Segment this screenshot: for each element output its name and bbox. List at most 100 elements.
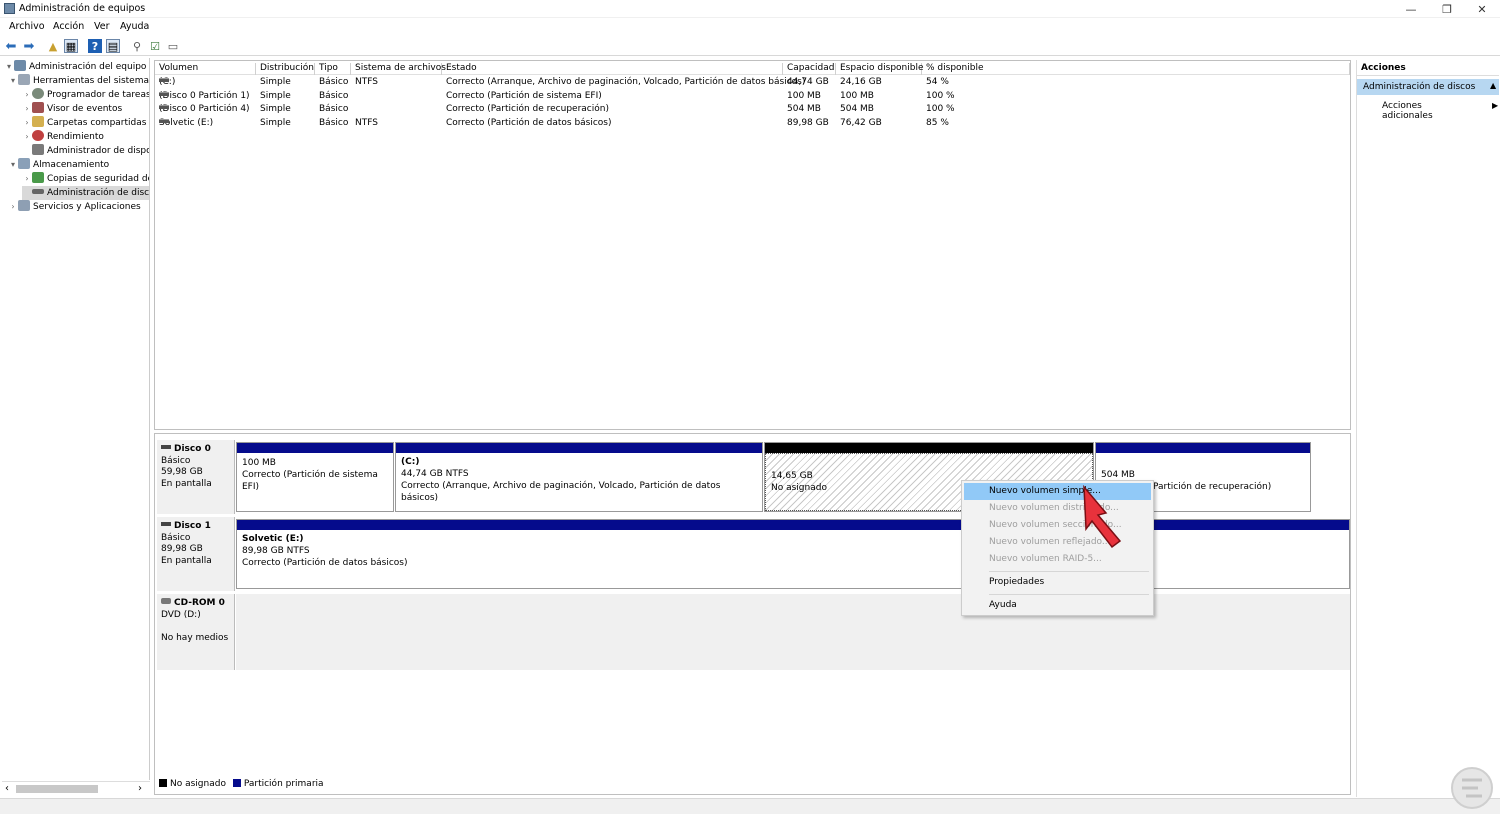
actions-section-disk-management[interactable]: Administración de discos ▲ (1357, 79, 1499, 95)
scroll-thumb[interactable] (16, 785, 98, 793)
tree-item-backup[interactable]: › Copias de seguridad de (22, 172, 150, 186)
table-cell: 44,74 GB (787, 77, 829, 87)
tree-label: Copias de seguridad de (47, 174, 150, 184)
show-tree-icon[interactable]: ▦ (64, 39, 78, 53)
table-row[interactable]: (Disco 0 Partición 4) Simple Básico Correct… (155, 103, 1350, 116)
column-header[interactable]: Capacidad (783, 63, 836, 75)
chevron-right-icon[interactable]: › (22, 116, 32, 130)
menu-bar: Archivo Acción Ver Ayuda (0, 19, 1500, 35)
tree-label: Servicios y Aplicaciones (33, 202, 141, 212)
scroll-left-icon[interactable]: ‹ (5, 783, 9, 794)
partition-solvetic-e[interactable]: Solvetic (E:) 89,98 GB NTFS Correcto (Part… (236, 519, 1350, 589)
disk-type: Básico (161, 455, 191, 466)
table-cell: Simple (260, 104, 291, 114)
navigation-tree: ▾ Administración del equipo (loc ▾ Herrami… (2, 58, 150, 780)
collapse-up-icon[interactable]: ▲ (1490, 81, 1496, 90)
tree-item-computer-management[interactable]: ▾ Administración del equipo (loc (4, 60, 149, 74)
volume-icon (159, 105, 169, 109)
backup-icon (32, 172, 44, 183)
back-arrow-icon[interactable]: ⬅ (4, 39, 18, 54)
disk-name: Disco 1 (174, 521, 211, 531)
tree-item-storage[interactable]: ▾ Almacenamiento (8, 158, 109, 172)
column-header[interactable]: Sistema de archivos (351, 63, 446, 75)
tree-item-services-apps[interactable]: › Servicios y Aplicaciones (8, 200, 141, 214)
column-header[interactable]: % disponible (922, 63, 1350, 75)
window-title: Administración de equipos (19, 3, 146, 14)
column-header[interactable]: Distribución (256, 63, 315, 75)
cdrom-empty-area (236, 594, 1350, 670)
tree-item-shared-folders[interactable]: › Carpetas compartidas (22, 116, 146, 130)
actions-section-label: Administración de discos (1363, 82, 1476, 92)
storage-icon (18, 158, 30, 169)
tree-item-task-scheduler[interactable]: › Programador de tareas (22, 88, 149, 102)
properties-icon[interactable]: ▭ (166, 39, 180, 53)
tree-horizontal-scrollbar[interactable]: ‹ › (2, 781, 150, 795)
table-cell: 85 % (926, 117, 949, 128)
tree-item-device-manager[interactable]: Administrador de dispo (22, 144, 149, 158)
chevron-down-icon[interactable]: ▾ (8, 158, 18, 172)
partition-c[interactable]: (C:) 44,74 GB NTFS Correcto (Arranque, Arc… (395, 442, 763, 512)
menu-help[interactable]: Ayuda (964, 597, 1151, 614)
table-cell: NTFS (355, 117, 378, 128)
scroll-right-icon[interactable]: › (138, 783, 142, 794)
chevron-down-icon[interactable]: ▾ (4, 60, 14, 74)
column-header[interactable]: Volumen (155, 63, 256, 75)
checklist-icon[interactable]: ☑ (148, 39, 162, 53)
chevron-right-icon[interactable]: › (8, 200, 18, 214)
chevron-right-icon[interactable]: › (22, 130, 32, 144)
column-header[interactable]: Estado (442, 63, 783, 75)
pointer-hand-icon (1083, 484, 1122, 549)
chevron-down-icon[interactable]: ▾ (8, 74, 18, 88)
help-icon[interactable]: ? (88, 39, 102, 53)
partition-size: 89,98 GB NTFS (242, 546, 310, 556)
table-cell: 24,16 GB (840, 77, 882, 87)
table-cell: 100 % (926, 104, 955, 114)
more-actions-item[interactable]: Acciones adicionales ▶ (1357, 99, 1499, 121)
column-header[interactable]: Espacio disponible (836, 63, 924, 75)
disk-icon (161, 445, 171, 449)
menu-separator (989, 571, 1149, 572)
menu-ver[interactable]: Ver (94, 21, 110, 32)
table-row[interactable]: (Disco 0 Partición 1) Simple Básico Correct… (155, 90, 1350, 103)
chevron-right-icon[interactable]: › (22, 102, 32, 116)
chevron-right-icon[interactable]: › (22, 172, 32, 186)
restore-button[interactable]: ❐ (1429, 0, 1465, 18)
menu-ayuda[interactable]: Ayuda (120, 21, 149, 32)
menu-accion[interactable]: Acción (53, 21, 84, 32)
table-row[interactable]: Solvetic (E:) Simple Básico NTFS Correcto (P… (155, 117, 1350, 130)
menu-archivo[interactable]: Archivo (9, 21, 45, 32)
table-cell: Básico (319, 77, 349, 87)
wand-icon[interactable]: ⚲ (130, 39, 144, 53)
disk-state: En pantalla (161, 478, 212, 489)
volume-icon (159, 78, 169, 82)
table-row[interactable]: (C:) Simple Básico NTFS Correcto (Arranque, … (155, 76, 1350, 89)
close-button[interactable]: ✕ (1464, 0, 1500, 18)
tree-label: Almacenamiento (33, 160, 110, 170)
table-cell: Correcto (Arranque, Archivo de paginació… (446, 77, 806, 87)
column-header[interactable]: Tipo (315, 63, 351, 75)
menu-properties[interactable]: Propiedades (964, 574, 1151, 591)
legend-label: No asignado (170, 779, 226, 789)
show-pane-icon[interactable]: ▤ (106, 39, 120, 53)
table-cell: 100 MB (840, 90, 874, 101)
cell-text: (Disco 0 Partición 4) (159, 104, 250, 114)
tree-label: Rendimiento (47, 132, 104, 142)
cdrom-0-info[interactable]: CD-ROM 0 DVD (D:) No hay medios (157, 594, 235, 670)
minimize-button[interactable]: — (1393, 0, 1429, 18)
volume-icon (159, 118, 169, 123)
up-folder-icon[interactable]: ▲ (46, 39, 60, 53)
clock-icon (32, 88, 44, 99)
tree-item-event-viewer[interactable]: › Visor de eventos (22, 102, 122, 116)
chevron-right-icon[interactable]: › (22, 88, 32, 102)
tree-item-system-tools[interactable]: ▾ Herramientas del sistema (8, 74, 149, 88)
forward-arrow-icon[interactable]: ➡ (22, 39, 36, 54)
partition-efi[interactable]: 100 MB Correcto (Partición de sistema EFI… (236, 442, 394, 512)
tree-item-performance[interactable]: › Rendimiento (22, 130, 104, 144)
event-viewer-icon (32, 102, 44, 113)
logo-watermark (1451, 767, 1493, 809)
disk-0-info[interactable]: Disco 0 Básico 59,98 GB En pantalla (157, 440, 235, 514)
tree-item-disk-management[interactable]: Administración de disco (22, 186, 149, 200)
menu-new-raid5-volume[interactable]: Nuevo volumen RAID-5... (964, 551, 1151, 568)
actions-header: Acciones (1357, 60, 1499, 76)
disk-1-info[interactable]: Disco 1 Básico 89,98 GB En pantalla (157, 517, 235, 591)
